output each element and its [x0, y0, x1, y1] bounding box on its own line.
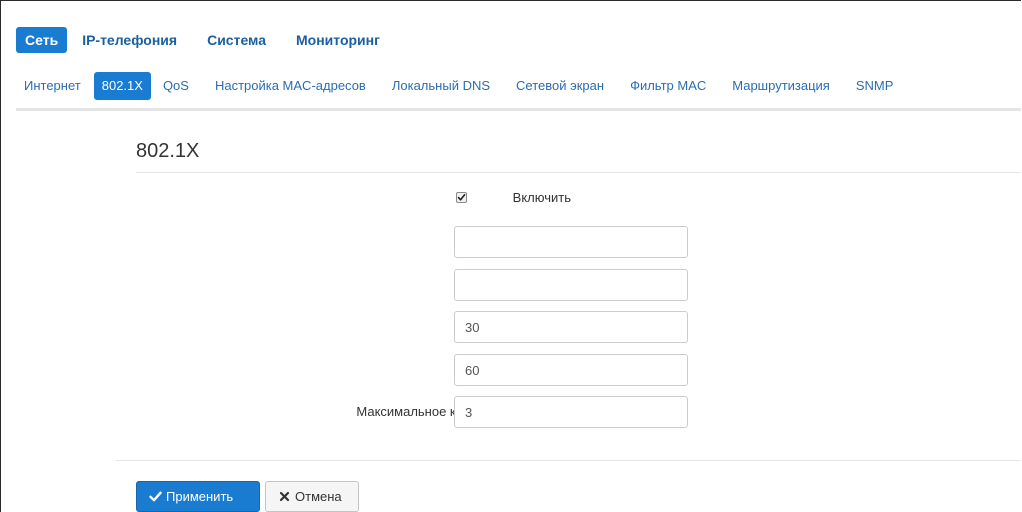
cancel-button-label: Отмена	[295, 489, 342, 504]
sub-tab-snmp[interactable]: SNMP	[848, 72, 902, 100]
title-divider	[136, 172, 1021, 173]
sub-tab-8021x[interactable]: 802.1X	[93, 72, 151, 100]
sub-tab-mac-settings[interactable]: Настройка MAC-адресов	[207, 72, 374, 100]
sub-tab-internet[interactable]: Интернет	[16, 72, 89, 100]
checkmark-icon	[457, 194, 466, 201]
form-row-username: Имя пользователя	[136, 226, 696, 258]
username-input[interactable]	[454, 226, 688, 258]
checkmark-icon	[149, 490, 162, 503]
form-row-auth-timeout: Auth таймаут	[136, 311, 696, 343]
top-tab-monitoring[interactable]: Мониторинг	[287, 27, 389, 53]
sub-nav-divider	[16, 108, 1021, 111]
form-row-enable: Включить	[136, 182, 696, 214]
sub-tab-mac-filter[interactable]: Фильтр MAC	[622, 72, 714, 100]
top-tab-ip-telephony[interactable]: IP-телефония	[73, 27, 186, 53]
cancel-button[interactable]: Отмена	[265, 481, 359, 512]
apply-button-label: Применить	[166, 489, 234, 504]
sub-tab-qos[interactable]: QoS	[155, 72, 197, 100]
auth-timeout-input[interactable]	[454, 311, 688, 343]
held-timeout-input[interactable]	[454, 354, 688, 386]
page-title: 802.1X	[136, 140, 200, 162]
enable-checkbox[interactable]	[456, 192, 467, 203]
sub-tab-firewall[interactable]: Сетевой экран	[508, 72, 612, 100]
password-input[interactable]	[454, 269, 688, 301]
apply-button[interactable]: Применить	[136, 481, 260, 512]
top-tab-system[interactable]: Система	[198, 27, 275, 53]
form-row-held-timeout: Held таймаут	[136, 354, 696, 386]
close-icon	[278, 490, 291, 503]
enable-label: Включить	[512, 190, 571, 205]
top-tab-network[interactable]: Сеть	[16, 27, 68, 53]
footer-divider	[116, 460, 1021, 461]
sub-tab-routing[interactable]: Маршрутизация	[724, 72, 838, 100]
sub-tab-local-dns[interactable]: Локальный DNS	[384, 72, 498, 100]
top-nav: Сеть IP-телефония Система Мониторинг	[16, 27, 401, 53]
max-attempts-input[interactable]	[454, 396, 688, 428]
sub-nav: Интернет 802.1X QoS Настройка MAC-адресо…	[16, 71, 911, 101]
form-row-password: Пароль	[136, 269, 696, 301]
form-row-max-attempts: Максимальное количество попыток	[136, 396, 696, 428]
